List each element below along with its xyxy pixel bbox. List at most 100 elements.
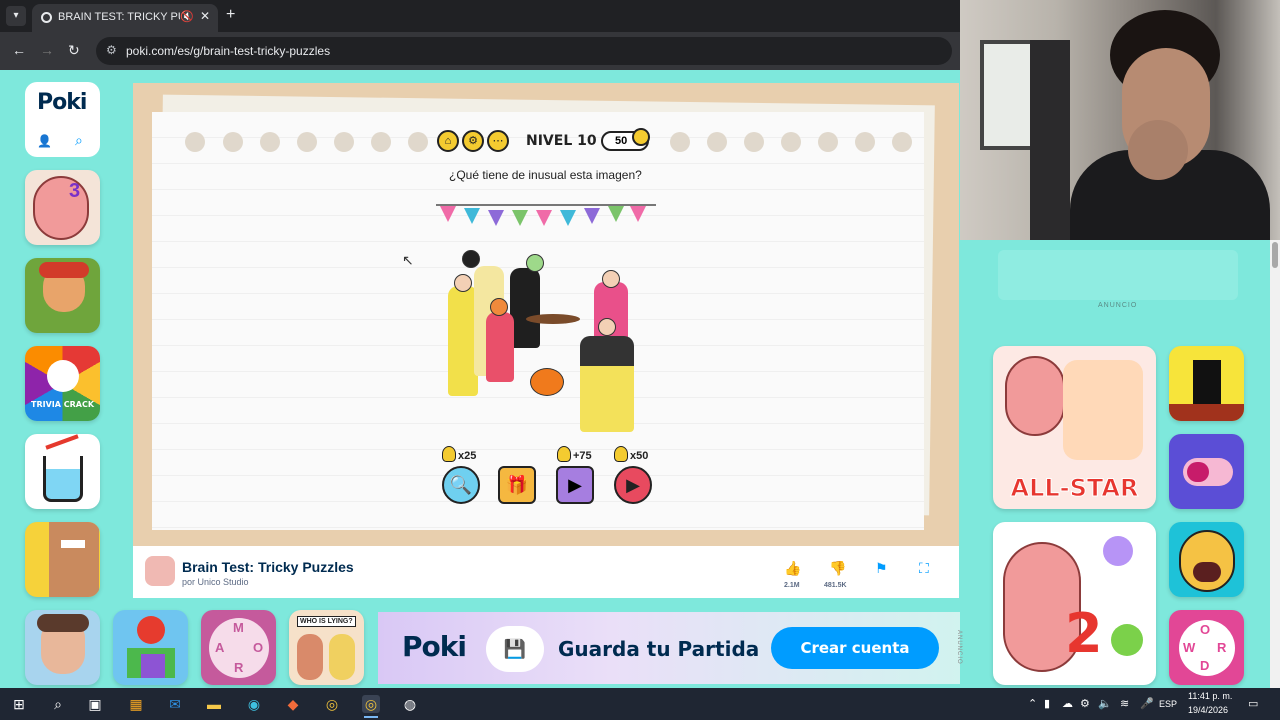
store-icon[interactable]: ▦: [127, 695, 145, 713]
tile-pixel-game[interactable]: [1169, 346, 1244, 421]
party-illustration[interactable]: [430, 186, 662, 442]
sidebar-tile-subway-surfers[interactable]: [25, 258, 100, 333]
favicon-icon: [41, 12, 52, 23]
hint-reward-label: +75: [573, 450, 592, 462]
windows-start-icon[interactable]: ⊞: [10, 695, 28, 713]
report-flag-icon[interactable]: ⚑: [875, 560, 888, 577]
close-tab-icon[interactable]: ✕: [200, 9, 210, 23]
chrome-icon[interactable]: ◎: [323, 695, 341, 713]
webcam-overlay: [960, 0, 1280, 240]
clock-date[interactable]: 19/4/2026: [1188, 705, 1228, 715]
character-icon: [297, 634, 323, 680]
question-text: ¿Qué tiene de inusual esta imagen?: [449, 168, 642, 182]
tile-word-game[interactable]: O W R D: [1169, 610, 1244, 685]
new-tab-button[interactable]: +: [226, 6, 235, 24]
bottom-tile-who-is-lying[interactable]: WHO IS LYING?: [289, 610, 364, 685]
character-icon: [329, 634, 355, 680]
dislike-icon[interactable]: 👎: [829, 560, 846, 577]
back-icon[interactable]: ←: [12, 42, 26, 58]
bottom-tile-scary-teacher[interactable]: [25, 610, 100, 685]
party-table[interactable]: [526, 314, 580, 324]
like-icon[interactable]: 👍: [784, 560, 801, 577]
speaker-icon[interactable]: 🔈: [1098, 697, 1112, 710]
language-indicator[interactable]: ESP: [1159, 699, 1177, 709]
brave-icon[interactable]: ◆: [284, 695, 302, 713]
pencil-icon: [45, 434, 79, 450]
pumpkin-icon[interactable]: [530, 368, 564, 396]
user-icon[interactable]: 👤: [37, 134, 52, 148]
url-field[interactable]: ⚙ poki.com/es/g/brain-test-tricky-puzzle…: [96, 37, 952, 65]
sidebar-tile-brain-test-3[interactable]: 3: [25, 170, 100, 245]
banner-ad-label: ANUNCIO: [956, 630, 962, 665]
tile-brain-test-2[interactable]: 2: [993, 522, 1156, 685]
forward-icon[interactable]: →: [40, 42, 54, 58]
edge-icon[interactable]: ◉: [245, 695, 263, 713]
obs-icon[interactable]: ◍: [401, 695, 419, 713]
home-icon[interactable]: ⌂: [437, 130, 459, 152]
tile-nail-game[interactable]: [1169, 434, 1244, 509]
mute-icon[interactable]: 🔇: [180, 10, 194, 23]
tray-app-icon[interactable]: ▮: [1044, 697, 1050, 710]
browser-tab[interactable]: BRAIN TEST: TRICKY PUZZL 🔇 ✕: [32, 4, 218, 32]
banner-text: Guarda tu Partida: [558, 637, 760, 661]
lightbulb-icon: [557, 446, 571, 462]
tile-label: WHO IS LYING?: [297, 616, 356, 627]
reload-icon[interactable]: ↻: [68, 42, 80, 59]
ad-slot: [998, 250, 1238, 300]
tab-title: BRAIN TEST: TRICKY PUZZL: [58, 11, 180, 23]
clock-time[interactable]: 11:41 p. m.: [1188, 691, 1232, 701]
browser-tab-bar: ▾ BRAIN TEST: TRICKY PUZZL 🔇 ✕ +: [0, 0, 960, 32]
search-icon[interactable]: ⌕: [75, 132, 83, 149]
block-character-icon: [49, 522, 99, 597]
outlook-icon[interactable]: ✉: [166, 695, 184, 713]
scream-face-icon: [1179, 530, 1235, 592]
tile-label: ALL-STAR: [1010, 474, 1139, 503]
gift-icon[interactable]: 🎁: [498, 466, 536, 504]
person-figure[interactable]: [580, 336, 634, 432]
skip-icon[interactable]: ▶: [614, 466, 652, 504]
site-info-icon[interactable]: ⚙: [106, 43, 117, 57]
video-icon[interactable]: ▶: [556, 466, 594, 504]
microphone-icon[interactable]: 🎤: [1140, 697, 1154, 710]
onedrive-icon[interactable]: ☁: [1062, 697, 1073, 710]
bottom-tile-apple-blocks[interactable]: [113, 610, 188, 685]
game-title: Brain Test: Tricky Puzzles: [182, 559, 354, 575]
tray-expand-icon[interactable]: ⌃: [1028, 697, 1037, 710]
sidebar-tile-happy-glass[interactable]: [25, 434, 100, 509]
face-icon: [1103, 536, 1133, 566]
fullscreen-icon[interactable]: ⛶: [919, 560, 929, 577]
banner-poki-logo: Poki: [402, 630, 467, 663]
tile-face-game[interactable]: [1169, 522, 1244, 597]
create-account-button[interactable]: Crear cuenta: [771, 627, 939, 669]
brain-icon: [33, 176, 89, 240]
scrollbar-thumb[interactable]: [1272, 242, 1278, 268]
level-label: NIVEL 10: [526, 133, 597, 149]
person-figure[interactable]: [486, 312, 514, 382]
notifications-icon[interactable]: ▭: [1248, 697, 1258, 710]
address-bar: ← → ↻ ⚙ poki.com/es/g/brain-test-tricky-…: [0, 32, 960, 70]
tile-label: TRIVIA CRACK: [30, 400, 95, 409]
magnifier-icon[interactable]: 🔍: [442, 466, 480, 504]
mouse-cursor-icon: ↖: [402, 252, 414, 268]
game-thumbnail: [145, 556, 175, 586]
settings-icon[interactable]: ⚙: [462, 130, 484, 152]
taskbar-search-icon[interactable]: ⌕: [49, 695, 67, 713]
sidebar-tile-trivia-crack[interactable]: TRIVIA CRACK: [25, 346, 100, 421]
cap-icon: [39, 262, 89, 278]
wifi-icon[interactable]: ≋: [1120, 697, 1129, 710]
file-explorer-icon[interactable]: ▬: [205, 695, 223, 713]
chrome-active-icon[interactable]: ◎: [362, 695, 380, 713]
task-view-icon[interactable]: ▣: [86, 695, 104, 713]
sidebar-tile-blocky-game[interactable]: [25, 522, 100, 597]
bottom-tile-word-connect[interactable]: M A O R: [201, 610, 276, 685]
tab-search-button[interactable]: ▾: [6, 6, 26, 26]
tray-app-icon[interactable]: ⚙: [1080, 697, 1090, 710]
brain-icon: [1005, 356, 1065, 436]
lightbulb-icon: [632, 128, 650, 146]
person-figure[interactable]: [510, 268, 540, 348]
apple-icon: [137, 616, 165, 644]
tile-brain-test-all-star[interactable]: ALL-STAR: [993, 346, 1156, 509]
poki-logo[interactable]: Poki: [37, 90, 87, 115]
more-icon[interactable]: ⋯: [487, 130, 509, 152]
scrollbar[interactable]: [1270, 240, 1280, 688]
